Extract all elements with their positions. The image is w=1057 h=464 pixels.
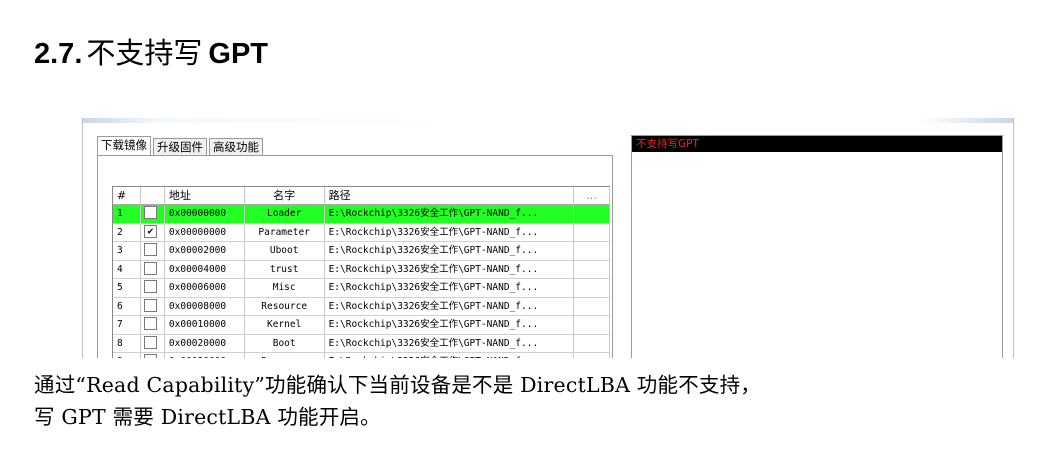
checkbox-icon[interactable] <box>143 206 157 219</box>
row-path: E:\Rockchip\3326安全工作\GPT-NAND_f... <box>325 297 575 315</box>
table-row[interactable]: 4 0x00004000 trust E:\Rockchip\3326安全工作\GPT… <box>113 260 610 279</box>
table-row[interactable]: 3 0x00002000 Uboot E:\Rockchip\3326安全工作\GPT… <box>113 242 610 261</box>
row-index: 6 <box>113 297 141 315</box>
partition-table: # 地址 名字 路径 ... 1 0x00000000 Loader E:\Rockc… <box>112 186 610 358</box>
row-more <box>574 242 610 260</box>
row-name: Kernel <box>245 316 325 334</box>
checkbox-icon[interactable] <box>143 317 157 330</box>
row-index: 1 <box>113 205 141 223</box>
paragraph-line-2: 写 GPT 需要 DirectLBA 功能开启。 <box>34 405 381 429</box>
checkbox-icon[interactable] <box>143 298 157 312</box>
row-name: Boot <box>245 334 325 352</box>
row-address: 0x00030000 <box>165 353 245 358</box>
row-index: 3 <box>113 242 141 260</box>
section-title-en: GPT <box>208 38 269 70</box>
column-header-path[interactable]: 路径 <box>325 187 575 204</box>
row-path: E:\Rockchip\3326安全工作\GPT-NAND_f... <box>325 223 575 241</box>
section-heading: 2.7. 不支持写 GPT <box>34 30 268 72</box>
row-name: Loader <box>245 205 325 223</box>
row-path: E:\Rockchip\3326安全工作\GPT-NAND_f... <box>325 242 575 260</box>
tab-download-image[interactable]: 下载镜像 <box>97 136 151 156</box>
tab-panel: # 地址 名字 路径 ... 1 0x00000000 Loader E:\Rockc… <box>97 155 613 358</box>
table-row[interactable]: 9 0x00030000RecoveryE:\Rockchip\3326安全工作\… <box>113 353 610 358</box>
column-header-more[interactable]: ... <box>574 187 610 204</box>
table-row[interactable]: 6 0x00008000 Resource E:\Rockchip\3326安全工作\… <box>113 297 610 316</box>
row-path: E:\Rockchip\3326安全工作\GPT-NAND_f... <box>325 316 575 334</box>
row-address: 0x00000000 <box>165 223 245 241</box>
row-index: 9 <box>113 353 141 358</box>
row-path: E:\Rockchip\3326安全工作\GPT-NAND_f... <box>325 205 575 223</box>
row-index: 5 <box>113 279 141 297</box>
row-checkbox <box>141 242 165 260</box>
table-row[interactable]: 1 0x00000000 Loader E:\Rockchip\3326安全工作\GP… <box>113 205 610 224</box>
tab-upgrade-firmware[interactable]: 升级固件 <box>153 138 207 156</box>
row-address: 0x00004000 <box>165 260 245 278</box>
row-more <box>574 334 610 352</box>
row-more <box>574 316 610 334</box>
row-path: E:\Rockchip\3326安全工作\GPT-NAND_f... <box>325 353 575 358</box>
log-error-message: 不支持写GPT <box>632 136 1002 152</box>
table-row[interactable]: 5 0x00006000 Misc E:\Rockchip\3326安全工作\GPT-… <box>113 279 610 298</box>
column-header-address[interactable]: 地址 <box>165 187 245 204</box>
row-more <box>574 223 610 241</box>
row-more <box>574 279 610 297</box>
row-checkbox <box>141 334 165 352</box>
row-more <box>574 353 610 358</box>
table-row[interactable]: 2 ✔ 0x00000000 Parameter E:\Rockchip\3326安全工… <box>113 223 610 242</box>
table-body: 1 0x00000000 Loader E:\Rockchip\3326安全工作\GP… <box>113 205 610 358</box>
row-index: 8 <box>113 334 141 352</box>
table-header: # 地址 名字 路径 ... <box>113 187 610 205</box>
row-checkbox <box>141 260 165 278</box>
row-checkbox <box>141 316 165 334</box>
row-name: Resource <box>245 297 325 315</box>
checkbox-icon[interactable] <box>143 354 157 358</box>
row-address: 0x00002000 <box>165 242 245 260</box>
paragraph-line-1: 通过“Read Capability”功能确认下当前设备是不是 DirectLB… <box>34 373 762 397</box>
row-index: 7 <box>113 316 141 334</box>
row-path: E:\Rockchip\3326安全工作\GPT-NAND_f... <box>325 260 575 278</box>
checkbox-icon[interactable] <box>143 243 157 256</box>
row-checkbox <box>141 297 165 315</box>
log-panel: 不支持写GPT <box>631 135 1003 358</box>
row-more <box>574 297 610 315</box>
row-checkbox <box>141 353 165 358</box>
tab-advanced-functions[interactable]: 高级功能 <box>209 138 263 156</box>
table-row[interactable]: 7 0x00010000 Kernel E:\Rockchip\3326安全工作\GP… <box>113 316 610 335</box>
checkbox-checked-icon[interactable]: ✔ <box>143 224 157 238</box>
row-address: 0x00006000 <box>165 279 245 297</box>
row-address: 0x00000000 <box>165 205 245 223</box>
table-row[interactable]: 8 0x00020000 Boot E:\Rockchip\3326安全工作\GPT-… <box>113 334 610 353</box>
row-path: E:\Rockchip\3326安全工作\GPT-NAND_f... <box>325 334 575 352</box>
row-name: trust <box>245 260 325 278</box>
checkbox-icon[interactable] <box>143 261 157 275</box>
section-title-zh: 不支持写 <box>86 36 203 70</box>
window-top-bar <box>83 118 1013 123</box>
row-name: Parameter <box>245 223 325 241</box>
row-more <box>574 205 610 223</box>
column-header-check[interactable] <box>141 187 165 204</box>
row-more <box>574 260 610 278</box>
checkbox-icon[interactable] <box>143 280 157 293</box>
row-checkbox <box>141 279 165 297</box>
column-header-name[interactable]: 名字 <box>245 187 325 204</box>
row-name: Uboot <box>245 242 325 260</box>
section-number: 2.7. <box>34 38 83 70</box>
row-index: 4 <box>113 260 141 278</box>
row-checkbox: ✔ <box>141 223 165 241</box>
row-checkbox <box>141 205 165 223</box>
tool-screenshot: 下载镜像 升级固件 高级功能 # 地址 名字 路径 ... 1 0x0000000… <box>82 118 1014 358</box>
tab-bar: 下载镜像 升级固件 高级功能 <box>97 136 265 156</box>
column-header-index[interactable]: # <box>113 187 141 204</box>
row-path: E:\Rockchip\3326安全工作\GPT-NAND_f... <box>325 279 575 297</box>
row-index: 2 <box>113 223 141 241</box>
row-name: Recovery <box>245 353 325 358</box>
row-address: 0x00008000 <box>165 297 245 315</box>
row-address: 0x00020000 <box>165 334 245 352</box>
row-address: 0x00010000 <box>165 316 245 334</box>
row-name: Misc <box>245 279 325 297</box>
checkbox-icon[interactable] <box>143 335 157 349</box>
